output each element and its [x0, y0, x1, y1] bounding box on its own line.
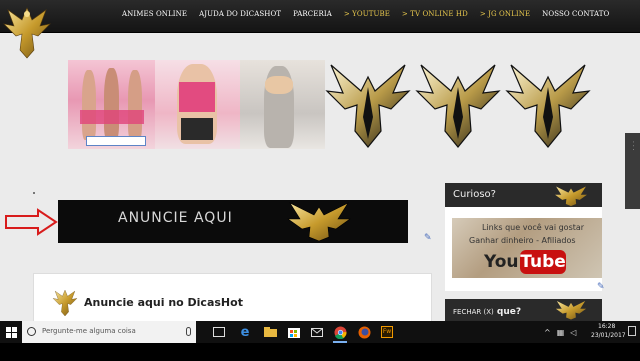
post-title[interactable]: Anuncie aqui no DicasHot	[84, 296, 243, 309]
illustrator-app-icon[interactable]: Fw	[378, 323, 396, 341]
eagle-emblem-icon	[505, 64, 591, 148]
side-tab-label: · · ·	[629, 141, 636, 151]
site-logo-eagle-icon[interactable]	[0, 0, 54, 62]
windows-logo-icon	[5, 326, 17, 338]
taskbar-search-box[interactable]: Pergunte-me alguma coisa	[22, 321, 196, 343]
clock-time[interactable]: 16:28	[598, 323, 615, 330]
nav-item-ajuda[interactable]: AJUDA DO DICASHOT	[193, 10, 287, 18]
network-icon[interactable]: ▦	[557, 328, 565, 337]
task-view-icon[interactable]	[210, 323, 228, 341]
system-tray: ^ ▦ ◁	[544, 321, 576, 343]
start-button[interactable]	[0, 321, 22, 343]
volume-icon[interactable]: ◁	[570, 328, 576, 337]
youtube-logo-tube: Tube	[520, 250, 566, 274]
promo-photo-3	[240, 60, 325, 149]
widget-title: FECHAR (X) que?	[453, 307, 521, 317]
widget-title-suffix: que?	[493, 307, 522, 317]
microphone-icon[interactable]	[186, 327, 191, 336]
nav-item-animes-online[interactable]: ANIMES ONLINE	[116, 10, 193, 18]
advertise-banner-text: ANUNCIE AQUI	[118, 210, 233, 226]
nav-item-youtube[interactable]: > YOUTUBE	[338, 10, 396, 18]
eagle-emblem-icon	[325, 64, 411, 148]
screen-bottom-bar	[0, 343, 640, 361]
widget-title: Curioso?	[453, 189, 496, 200]
firefox-icon[interactable]	[355, 323, 373, 341]
youtube-logo-you: You	[484, 252, 519, 272]
edit-wrench-icon[interactable]: ✎	[424, 233, 432, 243]
nav-item-tv-online[interactable]: > TV ONLINE HD	[396, 10, 474, 18]
nav-item-parceria[interactable]: PARCERIA	[287, 10, 338, 18]
widget-link-text-2[interactable]: Ganhar dinheiro - Afiliados	[469, 236, 576, 245]
file-explorer-icon[interactable]	[261, 323, 279, 341]
mail-icon[interactable]	[308, 323, 326, 341]
notification-icon[interactable]	[628, 326, 636, 336]
cortana-icon	[27, 327, 36, 336]
promo-photo-2	[155, 60, 240, 149]
chevron-up-icon[interactable]: ^	[544, 328, 551, 337]
sidebar-widget-curioso: Curioso? Links que você vai gostar Ganha…	[445, 183, 602, 291]
site-logo-eagle-icon	[52, 289, 78, 317]
eagle-emblems-row	[325, 57, 597, 153]
eagle-icon	[287, 202, 351, 242]
edge-browser-icon[interactable]: e	[236, 323, 254, 341]
store-icon[interactable]	[285, 323, 303, 341]
advertise-banner[interactable]: ANUNCIE AQUI	[58, 200, 408, 243]
widget-link-text-1[interactable]: Links que você vai gostar	[482, 223, 584, 232]
decorative-dot	[33, 192, 35, 194]
main-menu: ANIMES ONLINE AJUDA DO DICASHOT PARCERIA…	[116, 10, 615, 18]
nav-item-contato[interactable]: NOSSO CONTATO	[536, 10, 615, 18]
clock-date[interactable]: 23/01/2017	[591, 332, 626, 339]
promo-caption-badge	[86, 136, 146, 146]
widget-header: FECHAR (X) que?	[445, 299, 602, 321]
webpage: ANIMES ONLINE AJUDA DO DICASHOT PARCERIA…	[0, 0, 640, 361]
red-arrow-icon	[5, 208, 58, 236]
eagle-emblem-icon	[415, 64, 501, 148]
eagle-icon	[555, 186, 587, 207]
widget-header: Curioso?	[445, 183, 602, 207]
close-label[interactable]: FECHAR (X)	[453, 308, 494, 316]
youtube-logo-icon: You Tube	[480, 250, 570, 276]
widget-link-image[interactable]: Links que você vai gostar Ganhar dinheir…	[452, 218, 602, 278]
side-share-tab[interactable]: · · ·	[625, 133, 640, 209]
nav-item-jg-online[interactable]: > JG ONLINE	[474, 10, 536, 18]
top-navigation-bar: ANIMES ONLINE AJUDA DO DICASHOT PARCERIA…	[0, 0, 640, 33]
edit-wrench-icon[interactable]: ✎	[597, 282, 605, 292]
eagle-icon	[555, 300, 587, 320]
search-placeholder: Pergunte-me alguma coisa	[42, 327, 136, 335]
chrome-icon[interactable]	[331, 323, 349, 343]
